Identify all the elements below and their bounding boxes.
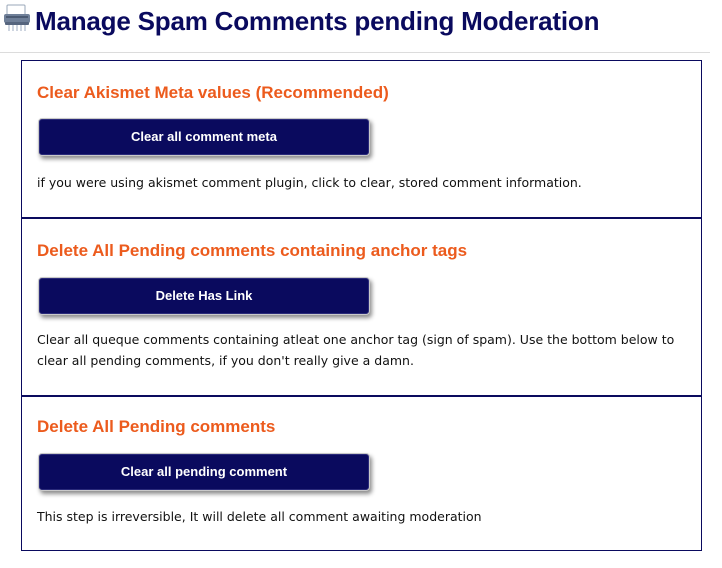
page-header: Manage Spam Comments pending Moderation [0,0,722,53]
section-description: Clear all queque comments containing atl… [37,332,675,368]
section-description: This step is irreversible, It will delet… [37,509,482,524]
clear-comment-meta-button[interactable]: Clear all comment meta [38,118,370,156]
shredder-icon [4,4,32,32]
section-delete-all-pending: Delete All Pending comments Clear all pe… [22,395,701,550]
section-description: if you were using akismet comment plugin… [37,175,582,190]
section-title: Clear Akismet Meta values (Recommended) [37,83,389,102]
header-divider [0,52,710,53]
section-title: Delete All Pending comments containing a… [37,241,468,260]
section-delete-has-link: Delete All Pending comments containing a… [22,217,701,396]
clear-all-pending-button[interactable]: Clear all pending comment [38,453,370,491]
section-title: Delete All Pending comments [37,417,276,436]
section-clear-akismet-meta: Clear Akismet Meta values (Recommended) … [22,61,701,218]
moderation-panel: Clear Akismet Meta values (Recommended) … [21,60,702,551]
delete-has-link-button[interactable]: Delete Has Link [38,277,370,315]
page-title: Manage Spam Comments pending Moderation [35,6,600,36]
